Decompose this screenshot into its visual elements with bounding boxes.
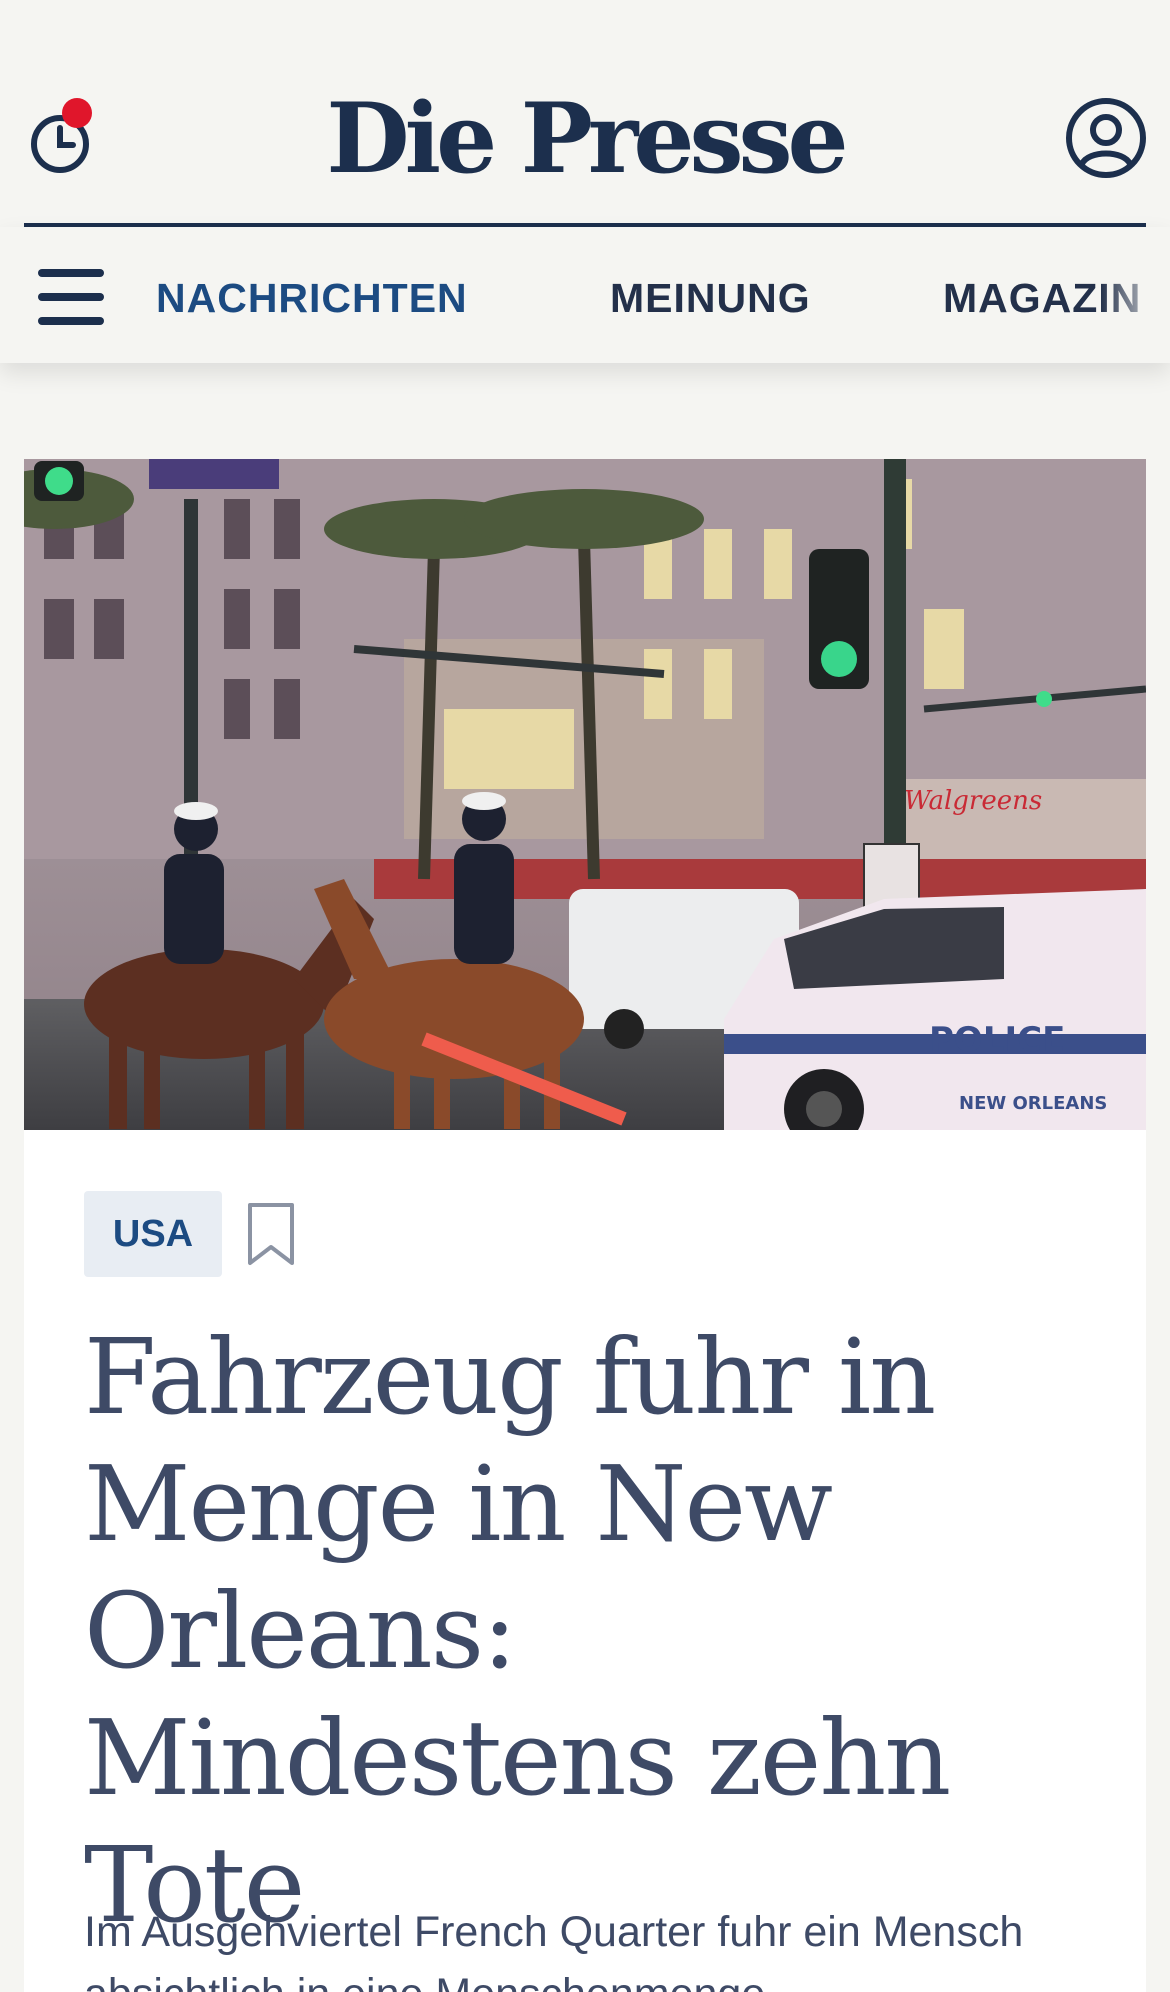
article-image[interactable]: Walgreens POLICE NEW ORLEANS (24, 459, 1146, 1130)
user-account-icon (1066, 98, 1146, 178)
section-navigation: NACHRICHTEN MEINUNG MAGAZIN (0, 227, 1170, 363)
bookmark-icon[interactable] (246, 1201, 296, 1267)
article-card[interactable]: Walgreens POLICE NEW ORLEANS USA Fahrzeu… (24, 459, 1146, 1992)
svg-text:POLICE: POLICE (929, 1020, 1065, 1060)
site-header: Die Presse (0, 0, 1170, 230)
category-tag[interactable]: USA (84, 1191, 222, 1277)
svg-text:NEW ORLEANS: NEW ORLEANS (959, 1093, 1107, 1114)
nav-item-nachrichten[interactable]: NACHRICHTEN (156, 274, 468, 322)
article-headline[interactable]: Fahrzeug fuhr in Menge in New Orleans: M… (84, 1314, 1084, 1949)
svg-text:Walgreens: Walgreens (904, 786, 1042, 816)
site-logo[interactable]: Die Presse (0, 84, 1170, 194)
hamburger-menu-icon[interactable] (38, 269, 106, 325)
news-photo-police-on-horseback: Walgreens POLICE NEW ORLEANS (24, 459, 1146, 1130)
article-teaser: Im Ausgehviertel French Quarter fuhr ein… (84, 1908, 1024, 1992)
nav-scroll-fade (1100, 227, 1170, 363)
nav-item-meinung[interactable]: MEINUNG (610, 274, 811, 322)
account-button[interactable] (1064, 96, 1148, 180)
